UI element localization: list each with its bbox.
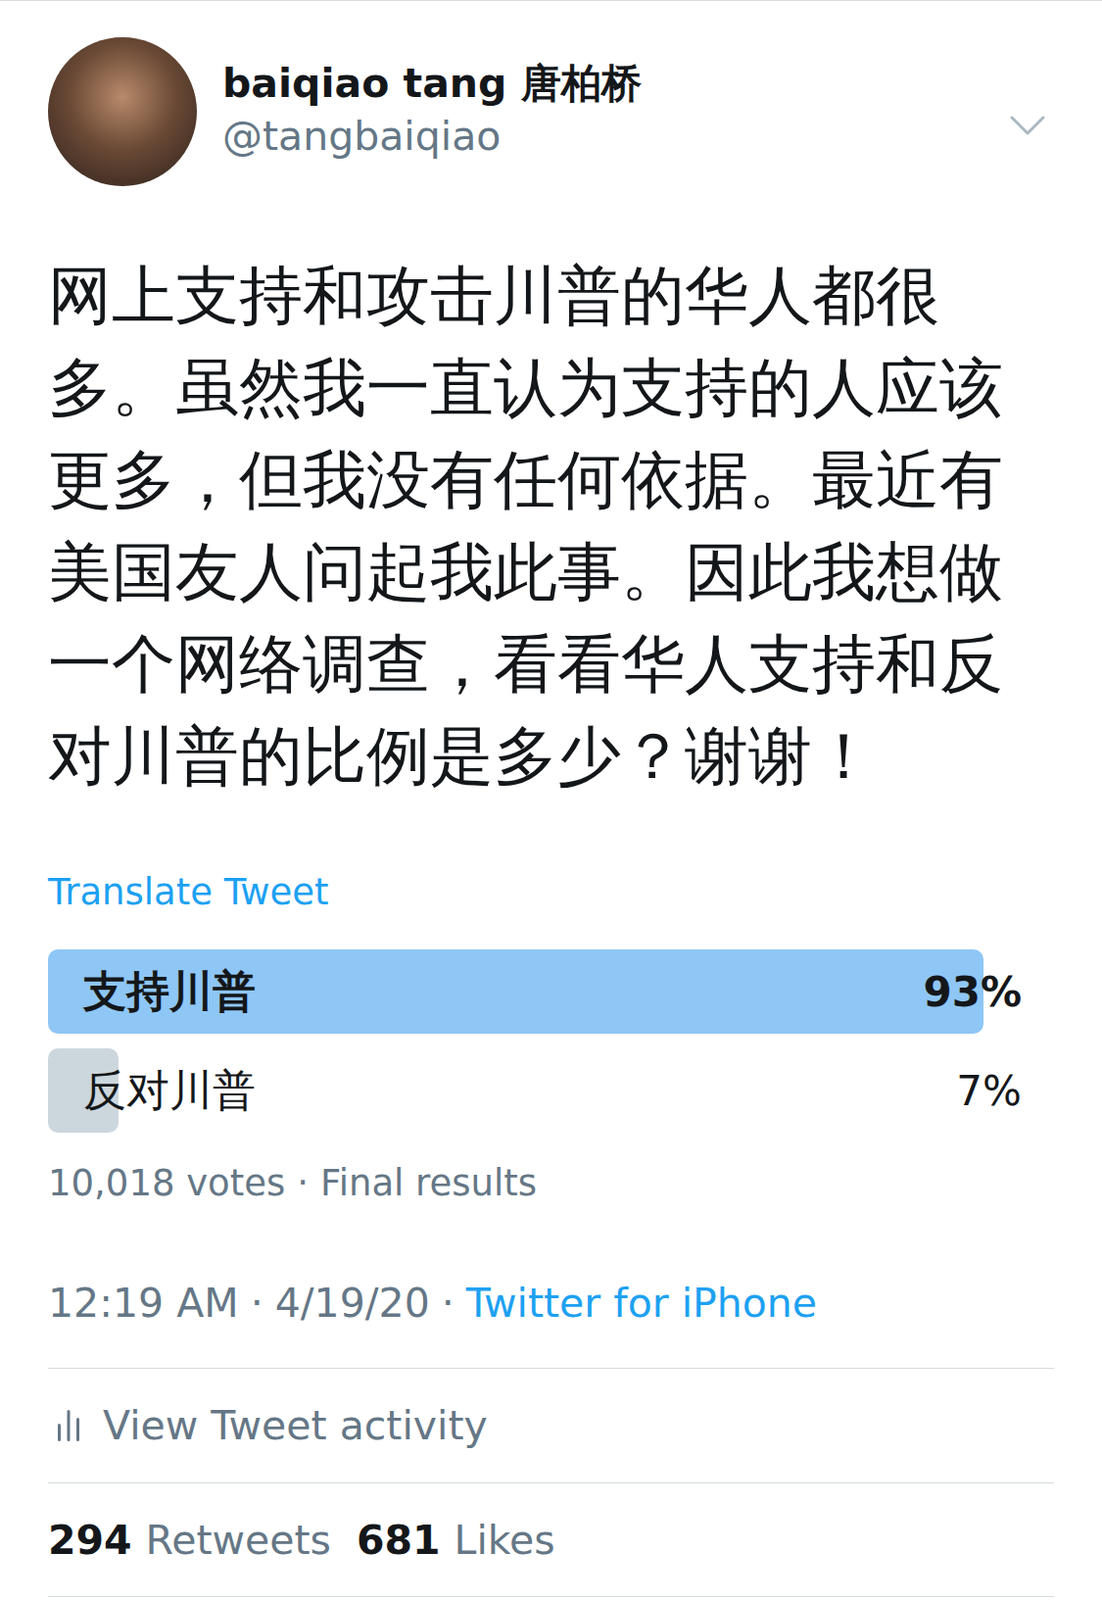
tweet-page: baiqiao tang 唐柏桥@tangbaiqiao 网上支持和攻击川普的华人… [0, 0, 1102, 1600]
author-handle[interactable]: @tangbaiqiao [222, 111, 984, 161]
poll-percent: 93% [922, 967, 1022, 1016]
tweet-date[interactable]: 4/19/20 [275, 1278, 431, 1328]
poll-option: 支持川普 93% [47, 949, 1055, 1034]
poll-label: 反对川普 [83, 1061, 256, 1120]
source-link[interactable]: Twitter for iPhone [466, 1278, 817, 1328]
poll-status: Final results [320, 1160, 537, 1206]
tweet-header: baiqiao tang 唐柏桥@tangbaiqiao [47, 37, 1055, 187]
author-block: baiqiao tang 唐柏桥@tangbaiqiao [222, 37, 984, 161]
analytics-icon [55, 1407, 82, 1443]
translate-link[interactable]: Translate Tweet [47, 869, 1055, 915]
poll: 支持川普 93% 反对川普 7% [47, 949, 1055, 1133]
activity-label[interactable]: View Tweet activity [102, 1401, 488, 1449]
separator: · [250, 1278, 264, 1328]
avatar[interactable] [47, 37, 197, 187]
stat-count: 294 [47, 1516, 133, 1564]
author-name[interactable]: baiqiao tang 唐柏桥 [222, 58, 984, 108]
stat[interactable]: 294Retweets [47, 1516, 332, 1564]
chevron-down-icon[interactable] [1008, 113, 1047, 138]
poll-summary: 10,018 votes·Final results [47, 1160, 1055, 1206]
stat-count: 681 [356, 1516, 441, 1564]
stat[interactable]: 681Likes [356, 1516, 556, 1564]
tweet-stats: 294Retweets 681Likes [47, 1483, 1055, 1597]
vote-count: 10,018 votes [47, 1160, 286, 1206]
separator: · [441, 1278, 455, 1328]
tweet-text: 网上支持和攻击川普的华人都很多。虽然我一直认为支持的人应该更多，但我没有任何依据… [47, 249, 1055, 803]
tweet-meta: 12:19 AM·4/19/20·Twitter for iPhone [47, 1278, 1055, 1369]
poll-label: 支持川普 [83, 962, 256, 1021]
tweet-activity-row[interactable]: View Tweet activity [47, 1368, 1055, 1484]
poll-percent: 7% [956, 1066, 1022, 1115]
tweet-time[interactable]: 12:19 AM [47, 1278, 240, 1328]
poll-option: 反对川普 7% [47, 1048, 1055, 1133]
separator: · [296, 1160, 309, 1206]
